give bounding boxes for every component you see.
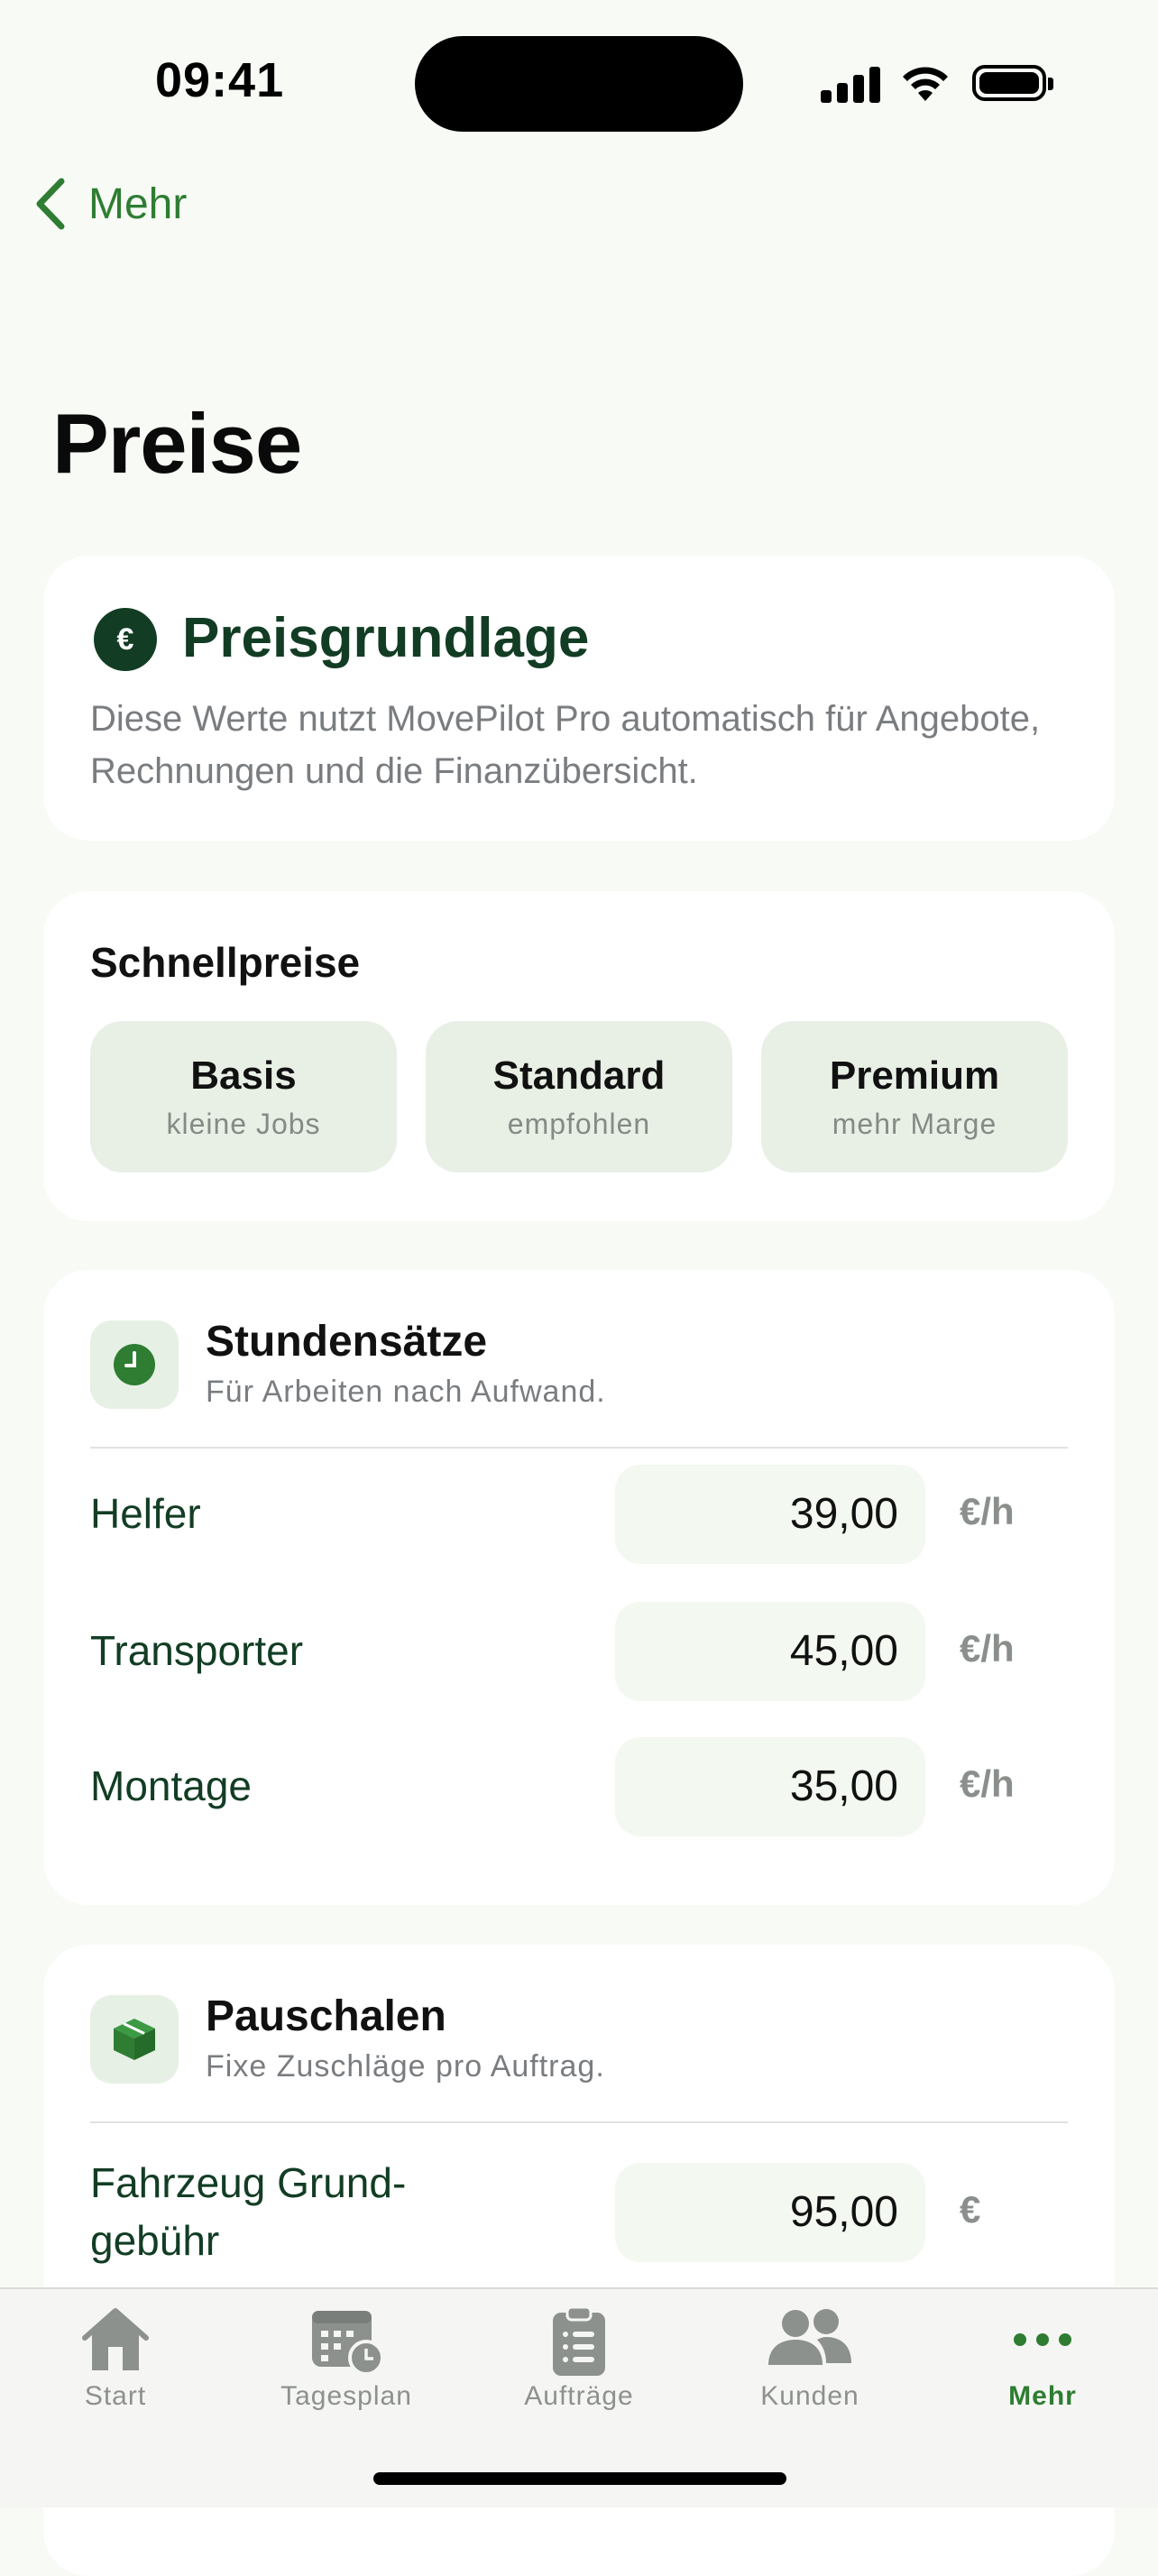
chevron-left-icon	[36, 178, 65, 230]
page-title: Preise	[52, 396, 302, 491]
tab-label: Kunden	[760, 2381, 859, 2411]
tab-label: Start	[84, 2381, 147, 2411]
rate-label-transporter: Transporter	[90, 1627, 304, 1674]
tier-subtitle: mehr Marge	[832, 1108, 997, 1140]
rate-unit: €/h	[960, 1490, 1015, 1532]
tab-mehr[interactable]: Mehr	[927, 2289, 1158, 2433]
tier-premium-button[interactable]: Premium mehr Marge	[761, 1021, 1068, 1173]
rate-input-transporter[interactable]: 45,00	[615, 1602, 925, 1701]
euro-icon: €	[94, 608, 157, 671]
rate-unit: €/h	[960, 1627, 1015, 1670]
status-bar: 09:41	[0, 0, 1158, 171]
tab-kunden[interactable]: Kunden	[694, 2289, 925, 2433]
tier-subtitle: empfohlen	[507, 1108, 651, 1140]
tab-auftraege[interactable]: Aufträge	[464, 2289, 694, 2433]
people-icon	[768, 2309, 851, 2365]
tab-label: Aufträge	[524, 2381, 634, 2411]
card-title: Preisgrundlage	[182, 607, 590, 669]
rate-input-helfer[interactable]: 39,00	[615, 1465, 925, 1564]
tab-label: Tagesplan	[280, 2381, 412, 2411]
clock-icon	[90, 1320, 179, 1409]
section-subtitle: Für Arbeiten nach Aufwand.	[206, 1375, 606, 1409]
divider	[90, 1447, 1068, 1449]
pricing-basis-card: € Preisgrundlage Diese Werte nutzt MoveP…	[43, 556, 1115, 841]
calendar-clock-icon	[312, 2311, 384, 2374]
clipboard-list-icon	[553, 2305, 605, 2376]
wifi-icon	[903, 67, 948, 101]
home-indicator	[373, 2472, 786, 2485]
section-title: Schnellpreise	[90, 939, 361, 986]
tier-name: Premium	[829, 1053, 1000, 1098]
dynamic-island	[415, 36, 743, 132]
rate-unit: €/h	[960, 1762, 1015, 1805]
cellular-signal-icon	[821, 65, 880, 103]
rate-label-helfer: Helfer	[90, 1490, 201, 1537]
section-title: Pauschalen	[206, 1992, 446, 2040]
section-subtitle: Fixe Zuschläge pro Auftrag.	[206, 2049, 605, 2084]
hourly-rates-card: Stundensätze Für Arbeiten nach Aufwand. …	[43, 1270, 1115, 1905]
back-button[interactable]: Mehr	[32, 176, 187, 232]
battery-icon	[972, 65, 1053, 101]
status-time: 09:41	[155, 53, 285, 107]
fee-input-vehicle-base[interactable]: 95,00	[615, 2163, 925, 2262]
divider	[90, 2121, 1068, 2123]
back-label: Mehr	[88, 179, 188, 228]
more-dots-icon	[1014, 2333, 1071, 2346]
section-title: Stundensätze	[206, 1318, 488, 1366]
tier-basis-button[interactable]: Basis kleine Jobs	[90, 1021, 397, 1173]
tier-standard-button[interactable]: Standard empfohlen	[426, 1021, 732, 1173]
tier-name: Basis	[190, 1053, 297, 1098]
tier-name: Standard	[492, 1053, 666, 1098]
tab-tagesplan[interactable]: Tagesplan	[231, 2289, 462, 2433]
tab-start[interactable]: Start	[0, 2289, 231, 2433]
box-icon	[90, 1995, 179, 2084]
fee-unit: €	[960, 2188, 981, 2231]
house-icon	[82, 2308, 149, 2370]
tab-label: Mehr	[1008, 2381, 1077, 2411]
rate-label-montage: Montage	[90, 1762, 253, 1809]
tier-subtitle: kleine Jobs	[166, 1108, 321, 1140]
rate-input-montage[interactable]: 35,00	[615, 1737, 925, 1836]
card-description: Diese Werte nutzt MovePilot Pro automati…	[90, 699, 1041, 791]
quick-prices-card: Schnellpreise Basis kleine Jobs Standard…	[43, 891, 1115, 1221]
fee-label-vehicle-base: Fahrzeug Grund- gebühr	[90, 2159, 407, 2264]
